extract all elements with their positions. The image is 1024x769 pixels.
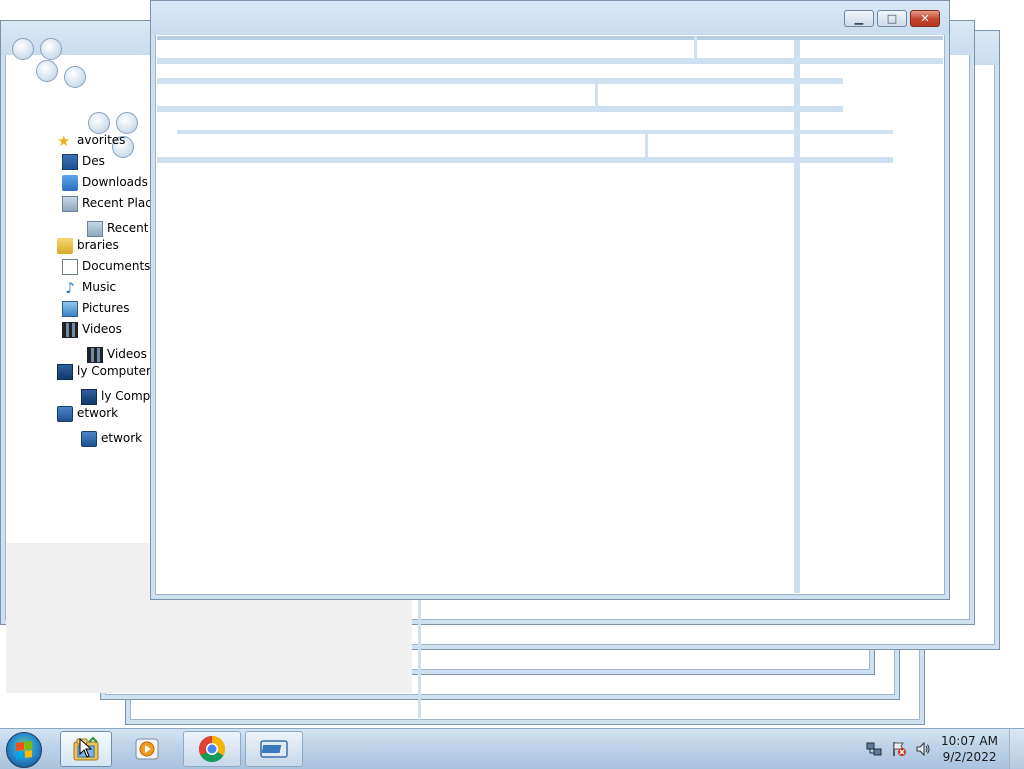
documents-icon (62, 258, 78, 275)
nav-item-downloads[interactable]: Downloads (62, 172, 148, 192)
media-player-icon (135, 738, 159, 760)
toolbar-strip (157, 78, 843, 84)
nav-item-favorites[interactable]: ★ avorites (57, 130, 125, 150)
back-button[interactable] (12, 38, 34, 60)
computer-icon (57, 363, 73, 380)
back-button[interactable] (36, 60, 58, 82)
downloads-icon (62, 174, 78, 191)
nav-item-network-back[interactable]: etwork (81, 428, 142, 448)
taskbar-app-button[interactable] (245, 731, 303, 767)
maximize-button[interactable]: □ (877, 10, 907, 27)
clock-time: 10:07 AM (941, 734, 998, 748)
show-desktop-button[interactable] (1009, 729, 1024, 769)
toolbar-strip (157, 106, 843, 112)
preview-pane-divider (794, 40, 800, 593)
pictures-icon (62, 300, 78, 317)
window-app-icon (260, 740, 288, 758)
taskbar-chrome-button[interactable] (183, 731, 241, 767)
search-box-divider (694, 36, 697, 58)
minimize-button[interactable]: ▁ (844, 10, 874, 27)
nav-item-libraries[interactable]: braries (57, 235, 119, 255)
search-box-divider (645, 134, 648, 158)
videos-icon (62, 321, 78, 338)
desktop-icon (62, 153, 78, 170)
network-icon (81, 430, 97, 447)
system-clock[interactable]: 10:07 AM 9/2/2022 (941, 733, 998, 765)
action-center-icon[interactable] (891, 741, 907, 757)
nav-item-videos[interactable]: Videos (62, 319, 122, 339)
address-bar-strip (157, 36, 943, 40)
title-bar[interactable] (151, 1, 949, 35)
close-button[interactable]: ✕ (910, 10, 940, 27)
forward-button[interactable] (64, 66, 86, 88)
star-icon: ★ (57, 131, 71, 150)
nav-item-network[interactable]: etwork (57, 403, 118, 423)
explorer-window-front: ▁ □ ✕ (150, 0, 950, 600)
clock-date: 9/2/2022 (942, 750, 997, 764)
mouse-cursor-icon (79, 738, 93, 758)
windows-logo-icon (16, 741, 32, 759)
taskbar-media-player-button[interactable] (121, 731, 173, 767)
recent-places-icon (62, 195, 78, 212)
chrome-icon (198, 735, 226, 763)
nav-item-desktop[interactable]: Des (62, 151, 105, 171)
window-content (157, 35, 943, 593)
toolbar-strip (157, 157, 893, 163)
toolbar-strip (157, 58, 943, 64)
nav-item-documents[interactable]: Documents (62, 256, 150, 276)
pane-divider (418, 598, 421, 718)
toolbar-strip (177, 130, 893, 134)
forward-button[interactable] (40, 38, 62, 60)
taskbar-explorer-button[interactable] (60, 731, 112, 767)
taskbar: 10:07 AM 9/2/2022 (0, 728, 1024, 769)
nav-item-music[interactable]: ♪ Music (62, 277, 116, 297)
music-icon: ♪ (65, 278, 75, 297)
network-icon (57, 405, 73, 422)
start-button[interactable] (6, 732, 42, 768)
nav-item-computer[interactable]: ly Computer (57, 361, 151, 381)
nav-item-pictures[interactable]: Pictures (62, 298, 130, 318)
volume-icon[interactable] (915, 741, 931, 757)
libraries-icon (57, 237, 73, 254)
network-tray-icon[interactable] (866, 741, 882, 757)
search-box-divider (595, 84, 598, 106)
